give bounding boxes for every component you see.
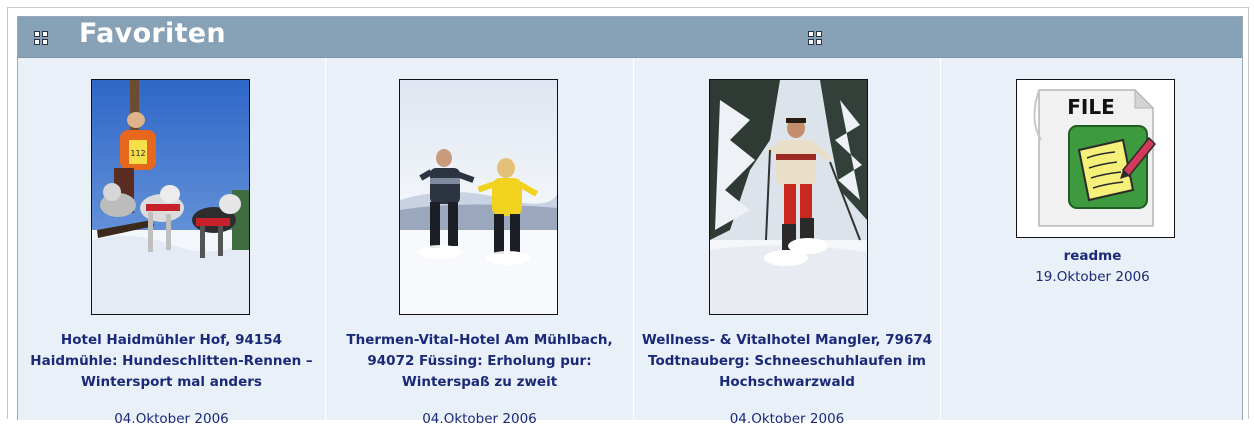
- favorite-date: 04.Oktober 2006: [114, 411, 229, 427]
- bib-number: 112: [130, 149, 145, 158]
- favorite-title-link[interactable]: Thermen-Vital-Hotel Am Mühlbach, 94072 F…: [326, 330, 633, 393]
- favorite-date: 04.Oktober 2006: [729, 411, 845, 427]
- favorites-panel: Favoriten 112 Hotel Haidmühler Hof, 9415…: [17, 16, 1244, 427]
- file-icon[interactable]: FILE: [1016, 79, 1175, 238]
- file-icon-label: FILE: [1067, 95, 1115, 119]
- favorite-title-link[interactable]: Hotel Haidmühler Hof, 94154 Haidmühle: H…: [18, 330, 325, 393]
- favorite-item: Wellness- & Vitalhotel Mangler, 79674 To…: [633, 58, 940, 427]
- panel-title: Favoriten: [79, 18, 226, 49]
- grid-icon[interactable]: [34, 31, 48, 45]
- favorites-grid: 112 Hotel Haidmühler Hof, 94154 Haidmühl…: [18, 58, 1244, 427]
- panel-titlebar: Favoriten: [18, 17, 1242, 58]
- favorite-item: 112 Hotel Haidmühler Hof, 94154 Haidmühl…: [18, 58, 325, 427]
- favorite-item: FILE readme 19.Oktober 2006: [940, 58, 1244, 421]
- favorite-date: 04.Oktober 2006: [422, 411, 537, 427]
- favorite-date: 19.Oktober 2006: [1035, 269, 1150, 285]
- favorite-item: Thermen-Vital-Hotel Am Mühlbach, 94072 F…: [325, 58, 633, 427]
- grid-icon[interactable]: [808, 31, 822, 45]
- dog-sled-race-photo[interactable]: 112: [91, 79, 250, 315]
- favorite-title-link[interactable]: readme: [941, 246, 1244, 267]
- couple-running-in-snow-photo[interactable]: [399, 79, 558, 315]
- snowshoe-hiker-photo[interactable]: [709, 79, 868, 315]
- page-frame: Favoriten 112 Hotel Haidmühler Hof, 9415…: [7, 7, 1249, 427]
- favorite-title-link[interactable]: Wellness- & Vitalhotel Mangler, 79674 To…: [634, 330, 940, 393]
